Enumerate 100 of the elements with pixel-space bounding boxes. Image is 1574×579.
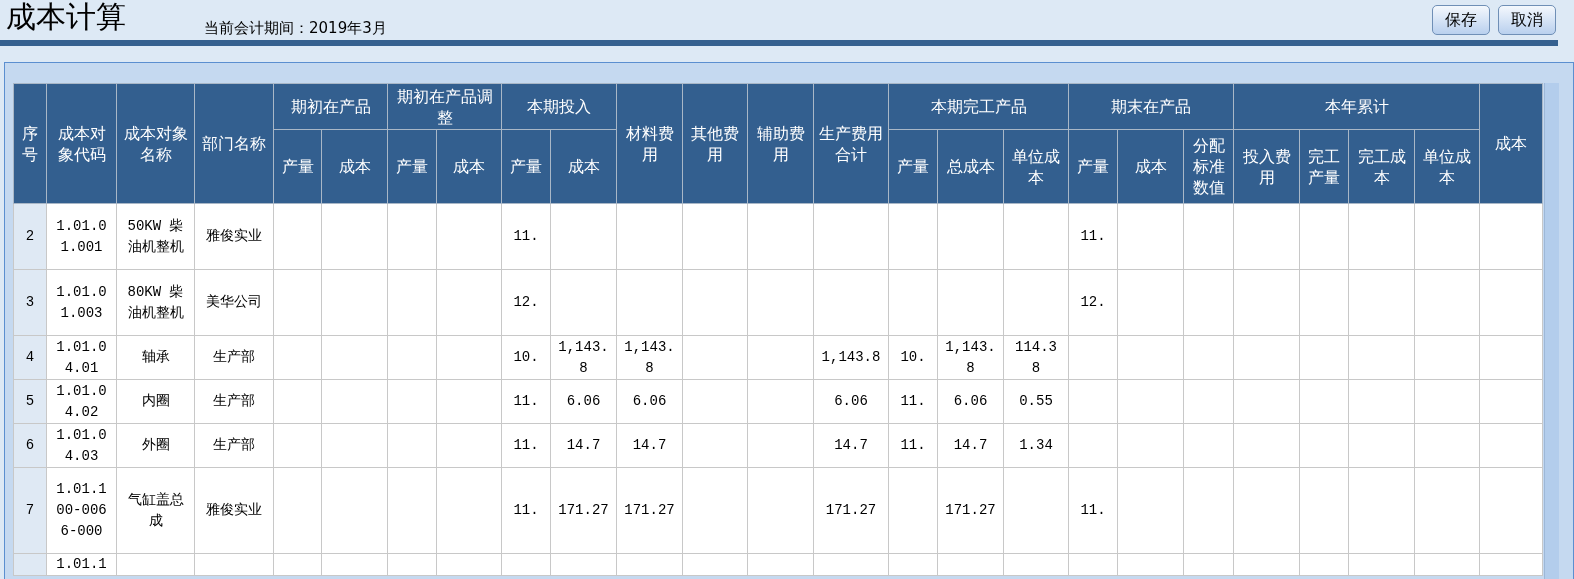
- table-cell: 0.55: [1003, 379, 1069, 424]
- table-cell: 美华公司: [194, 269, 274, 336]
- column-group-header: 期末在产品: [1068, 83, 1234, 130]
- column-header: 成本对象名称: [116, 83, 195, 204]
- table-cell: 1.34: [1003, 423, 1069, 468]
- table-cell: 2: [13, 203, 47, 270]
- table-cell: [1414, 423, 1480, 468]
- table-cell: 80KW 柴油机整机: [116, 269, 195, 336]
- column-header: 辅助费用: [747, 83, 814, 204]
- column-group-header: 本期完工产品: [888, 83, 1069, 130]
- table-cell: [387, 269, 437, 336]
- table-cell: [1479, 269, 1543, 336]
- table-cell: [321, 203, 388, 270]
- save-button[interactable]: 保存: [1432, 5, 1490, 35]
- table-cell: [1183, 379, 1234, 424]
- column-group-header: 本年累计: [1233, 83, 1480, 130]
- table-cell: [321, 335, 388, 380]
- table-cell: [888, 269, 938, 336]
- table-cell: [1233, 335, 1300, 380]
- table-cell: [321, 269, 388, 336]
- table-cell: [550, 269, 617, 336]
- table-cell: 10.: [501, 335, 551, 380]
- table-cell: [13, 553, 47, 576]
- scrollbar[interactable]: [1544, 83, 1560, 579]
- table-cell: 1.01.01.003: [46, 269, 117, 336]
- column-header: 部门名称: [194, 83, 274, 204]
- column-header: 产量: [1068, 129, 1118, 204]
- table-cell: [682, 379, 748, 424]
- table-cell: [273, 269, 322, 336]
- table-cell: 14.7: [813, 423, 889, 468]
- table-cell: 171.27: [937, 467, 1004, 554]
- column-header: 单位成本: [1414, 129, 1480, 204]
- table-cell: 14.7: [616, 423, 683, 468]
- table-cell: 1.01.100-0066-000: [46, 467, 117, 554]
- table-cell: 雅俊实业: [194, 467, 274, 554]
- column-header: 完工成本: [1348, 129, 1415, 204]
- table-cell: [1479, 203, 1543, 270]
- table-cell: [1183, 269, 1234, 336]
- table-cell: 171.27: [550, 467, 617, 554]
- table-cell: [1117, 379, 1184, 424]
- table-cell: [1479, 423, 1543, 468]
- table-cell: [1183, 203, 1234, 270]
- table-cell: [387, 203, 437, 270]
- table-cell: [747, 335, 814, 380]
- table-cell: [937, 269, 1004, 336]
- table-cell: [1414, 335, 1480, 380]
- table-cell: 生产部: [194, 423, 274, 468]
- table-cell: 内圈: [116, 379, 195, 424]
- table-cell: [387, 423, 437, 468]
- table-cell: 11.: [888, 423, 938, 468]
- table-cell: [747, 379, 814, 424]
- table-cell: [1348, 379, 1415, 424]
- table-cell: 11.: [501, 379, 551, 424]
- table-cell: 114.38: [1003, 335, 1069, 380]
- table-cell: 12.: [501, 269, 551, 336]
- table-cell: [1479, 379, 1543, 424]
- table-cell: 1,143.8: [616, 335, 683, 380]
- column-header: 成本: [1479, 83, 1543, 204]
- column-header: 单位成本: [1003, 129, 1069, 204]
- table-cell: 11.: [501, 423, 551, 468]
- table-cell: [1348, 203, 1415, 270]
- table-cell: [682, 423, 748, 468]
- table-cell: [273, 203, 322, 270]
- table-cell: [747, 423, 814, 468]
- table-cell: [1348, 269, 1415, 336]
- table-cell: 4: [13, 335, 47, 380]
- table-cell: [387, 335, 437, 380]
- column-header: 序号: [13, 83, 47, 204]
- table-cell: [273, 335, 322, 380]
- table-cell: [682, 269, 748, 336]
- table-cell: [1299, 269, 1349, 336]
- table-cell: [1117, 203, 1184, 270]
- table-cell: [321, 423, 388, 468]
- table-cell: 生产部: [194, 379, 274, 424]
- table-cell: [888, 203, 938, 270]
- column-header: 材料费用: [616, 83, 683, 204]
- table-cell: 12.: [1068, 269, 1118, 336]
- table-cell: 171.27: [616, 467, 683, 554]
- table-cell: [1117, 269, 1184, 336]
- table-cell: [1068, 379, 1118, 424]
- table-cell: [436, 335, 502, 380]
- table-cell: [1348, 335, 1415, 380]
- table-cell: 50KW 柴油机整机: [116, 203, 195, 270]
- table-cell: [937, 203, 1004, 270]
- column-header: 分配标准数值: [1183, 129, 1234, 204]
- accounting-period: 当前会计期间：2019年3月: [204, 19, 387, 39]
- table-cell: [616, 269, 683, 336]
- table-cell: 气缸盖总成: [116, 467, 195, 554]
- table-cell: 6.06: [937, 379, 1004, 424]
- table-cell: 11.: [888, 379, 938, 424]
- column-header: 成本: [436, 129, 502, 204]
- table-cell: [436, 203, 502, 270]
- table-cell: [273, 379, 322, 424]
- column-group-header: 本期投入: [501, 83, 617, 130]
- table-cell: [1183, 335, 1234, 380]
- table-cell: [747, 203, 814, 270]
- cancel-button[interactable]: 取消: [1498, 5, 1556, 35]
- table-cell: [436, 423, 502, 468]
- column-header: 投入费用: [1233, 129, 1300, 204]
- table-cell: [1414, 379, 1480, 424]
